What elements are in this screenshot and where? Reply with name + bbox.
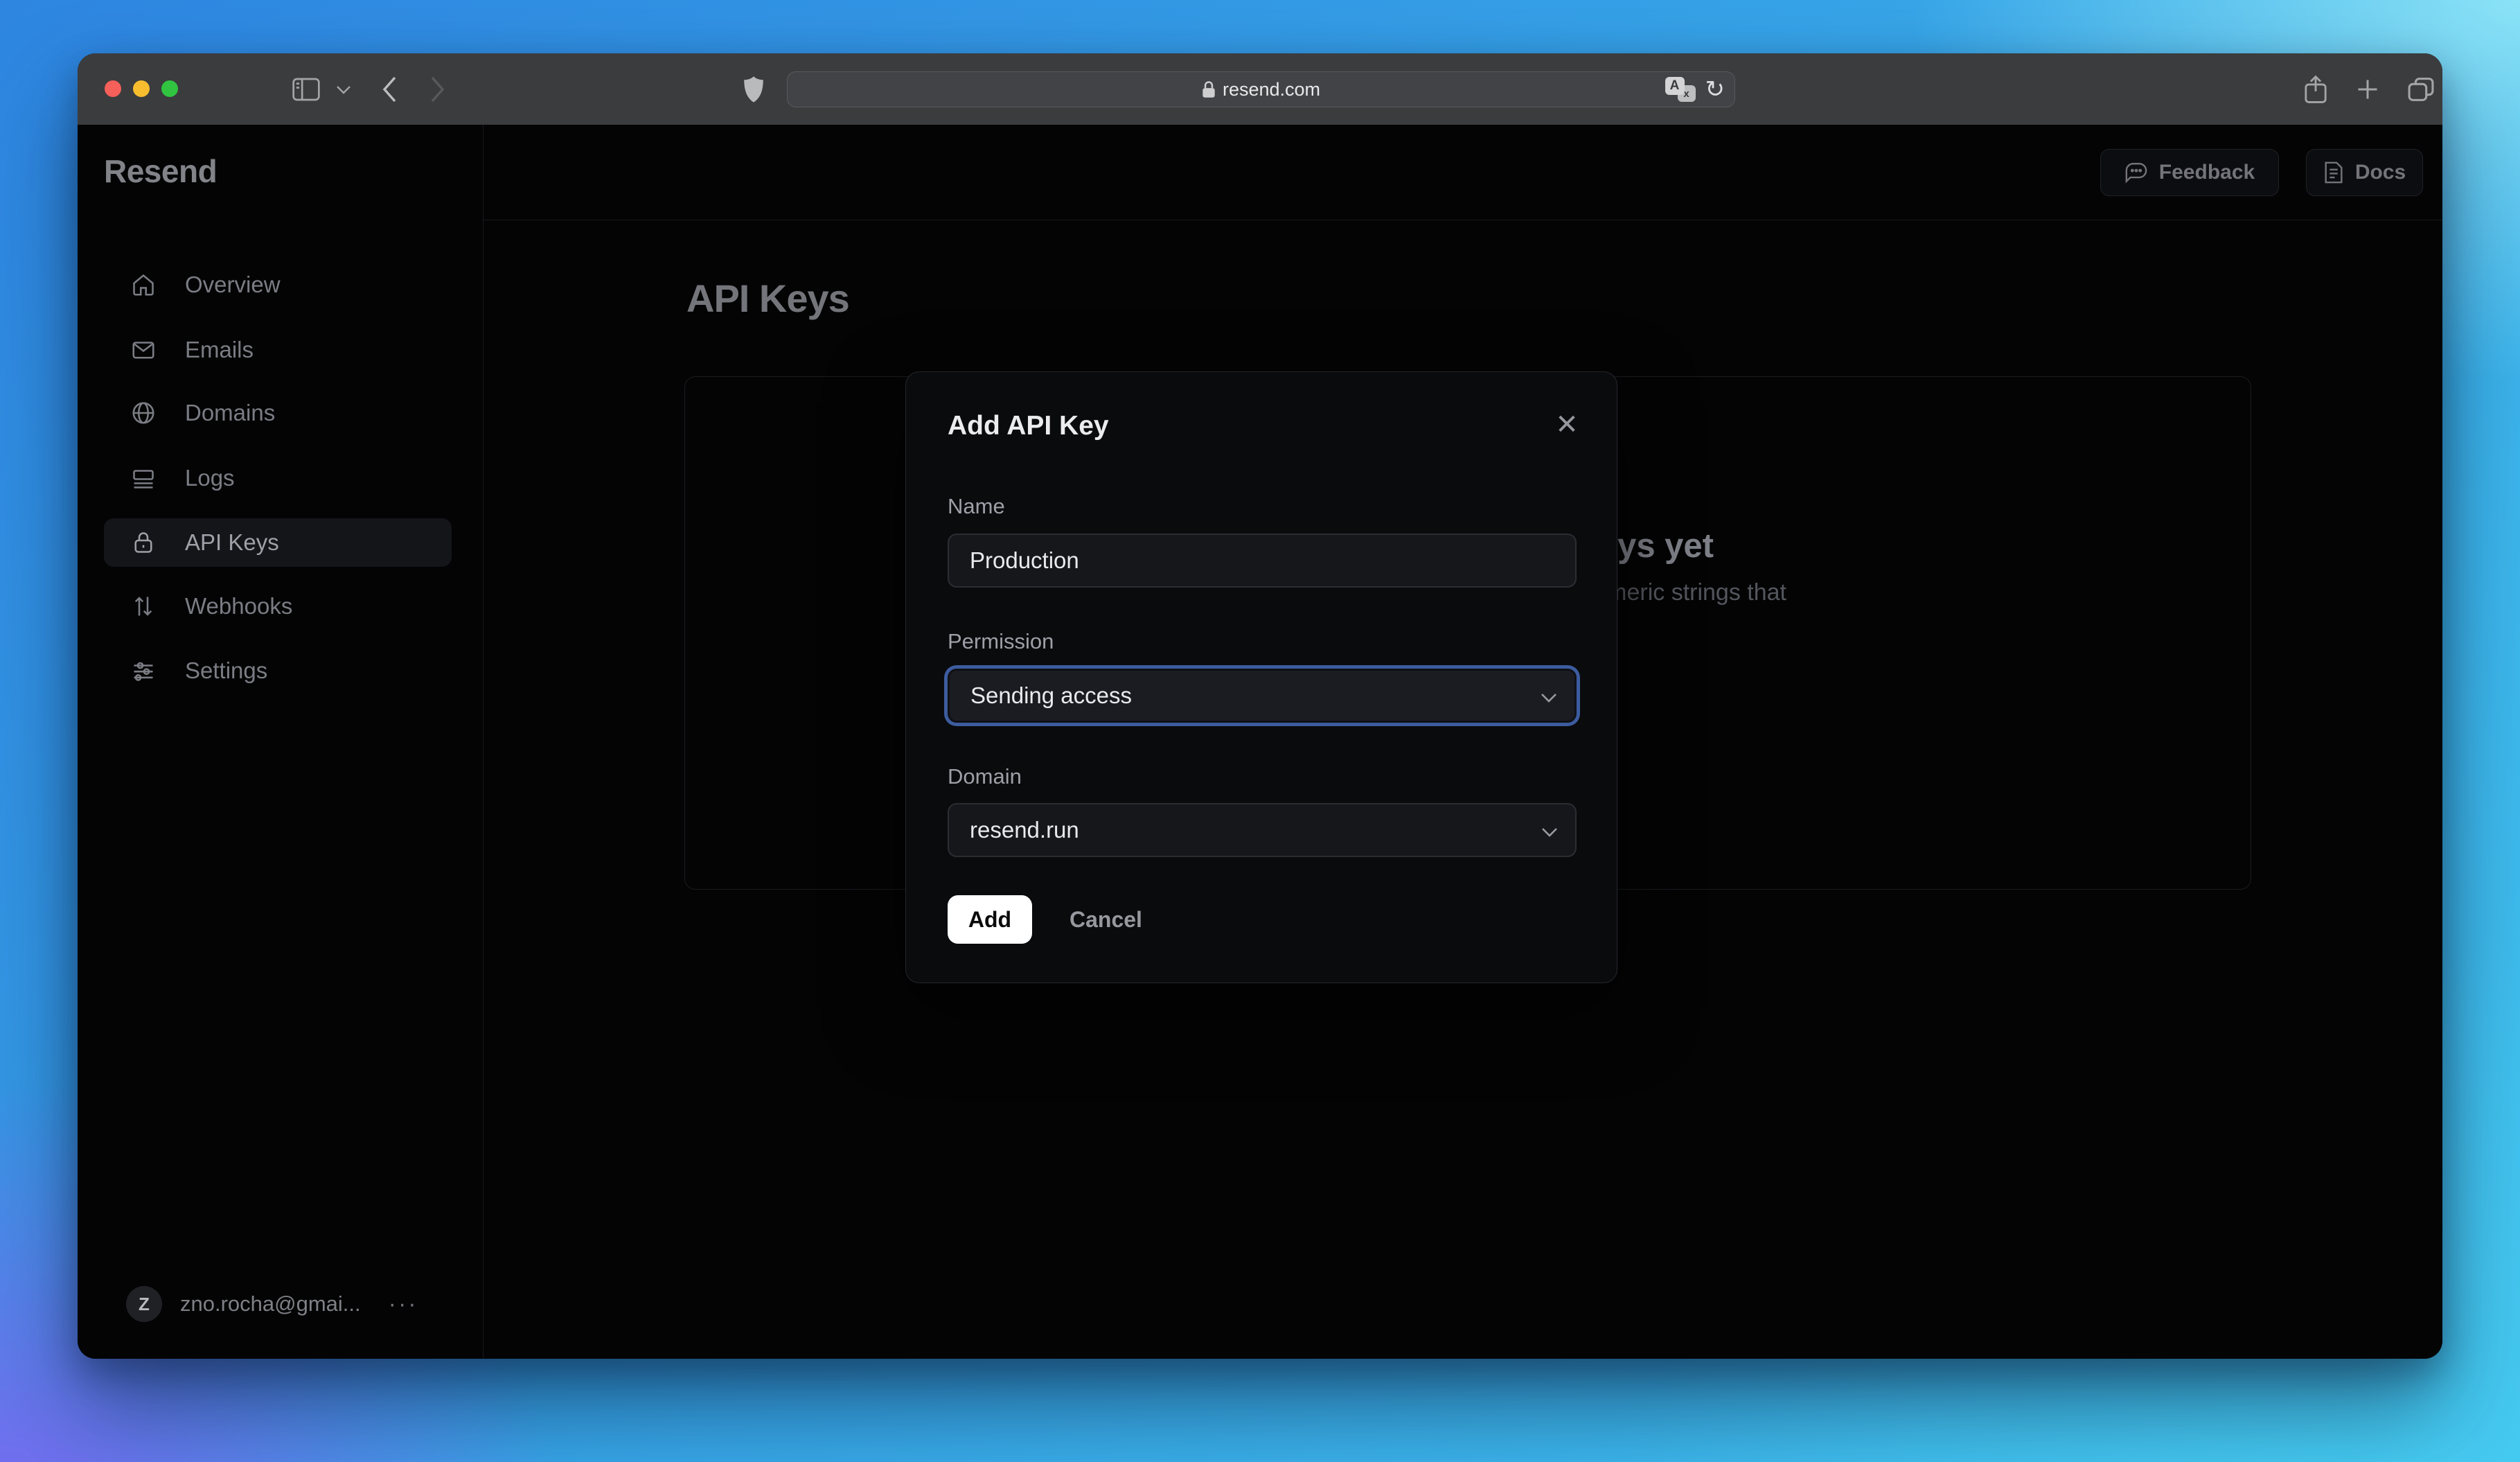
name-input-value: Production xyxy=(970,547,1079,573)
shield-icon[interactable] xyxy=(731,53,776,125)
browser-toolbar: resend.com x A ↻ xyxy=(78,53,2442,125)
add-api-key-modal: Add API Key ✕ Name Production Permission… xyxy=(905,371,1617,983)
sidebar-item-api-keys[interactable]: API Keys xyxy=(104,518,452,567)
document-icon xyxy=(2325,161,2343,184)
app-content: Resend Overview Emails Domains Logs API … xyxy=(78,125,2442,1359)
domain-select-value: resend.run xyxy=(970,817,1079,843)
sidebar-item-settings[interactable]: Settings xyxy=(104,646,452,695)
modal-title: Add API Key xyxy=(948,411,1109,441)
chevron-down-icon[interactable] xyxy=(328,53,359,125)
url-text: resend.com xyxy=(1222,78,1321,100)
back-icon[interactable] xyxy=(367,53,411,125)
webhooks-icon xyxy=(134,597,152,616)
tab-overview-icon[interactable] xyxy=(2397,53,2442,125)
window-zoom-button[interactable] xyxy=(161,80,178,97)
reload-icon[interactable]: ↻ xyxy=(1705,78,1725,101)
sidebar-item-domains[interactable]: Domains xyxy=(104,389,452,437)
sidebar-item-label: Settings xyxy=(185,658,268,683)
feedback-button[interactable]: Feedback xyxy=(2100,149,2279,196)
sidebar-item-webhooks[interactable]: Webhooks xyxy=(104,582,452,631)
name-label: Name xyxy=(948,494,1005,518)
feedback-label: Feedback xyxy=(2158,161,2255,184)
name-input[interactable]: Production xyxy=(948,534,1577,588)
home-icon xyxy=(133,274,154,296)
translate-icon[interactable]: x A xyxy=(1665,77,1696,102)
sliders-icon xyxy=(134,662,153,681)
address-bar[interactable]: resend.com x A ↻ xyxy=(787,71,1735,107)
lock-icon xyxy=(134,532,152,553)
docs-label: Docs xyxy=(2354,161,2406,184)
avatar: Z xyxy=(126,1286,162,1322)
sidebar-toggle-icon[interactable] xyxy=(285,53,327,125)
permission-select[interactable]: Sending access xyxy=(948,669,1577,723)
sidebar-item-label: Overview xyxy=(185,272,281,297)
domain-select[interactable]: resend.run xyxy=(948,803,1577,857)
sidebar-item-label: API Keys xyxy=(185,529,279,555)
window-minimize-button[interactable] xyxy=(133,80,150,97)
lock-icon xyxy=(1203,81,1215,98)
new-tab-icon[interactable] xyxy=(2345,53,2390,125)
domain-label: Domain xyxy=(948,764,1022,789)
sidebar-item-logs[interactable]: Logs xyxy=(104,454,452,502)
ellipsis-icon[interactable]: ··· xyxy=(389,1291,418,1318)
permission-label: Permission xyxy=(948,629,1054,653)
cancel-button[interactable]: Cancel xyxy=(1063,895,1149,944)
close-icon[interactable]: ✕ xyxy=(1547,405,1586,444)
chevron-down-icon xyxy=(1541,817,1559,843)
docs-button[interactable]: Docs xyxy=(2306,149,2423,196)
share-icon[interactable] xyxy=(2294,53,2337,125)
sidebar-item-label: Domains xyxy=(185,400,276,425)
forward-icon[interactable] xyxy=(416,53,460,125)
sidebar-item-label: Webhooks xyxy=(185,593,293,619)
window-close-button[interactable] xyxy=(105,80,121,97)
sidebar-item-overview[interactable]: Overview xyxy=(104,261,452,309)
sidebar-item-label: Logs xyxy=(185,465,235,491)
account-email: zno.rocha@gmai... xyxy=(180,1292,361,1316)
permission-select-value: Sending access xyxy=(970,682,1132,708)
feedback-bubble-icon xyxy=(2125,163,2147,184)
page-title: API Keys xyxy=(686,276,850,320)
browser-window: resend.com x A ↻ Resend Overview Emails … xyxy=(78,53,2442,1359)
logs-icon xyxy=(133,470,154,488)
sidebar-item-label: Emails xyxy=(185,337,254,362)
globe-icon xyxy=(132,402,154,424)
sidebar-item-emails[interactable]: Emails xyxy=(104,326,452,374)
chevron-down-icon xyxy=(1540,682,1558,709)
mail-icon xyxy=(132,342,154,359)
account-menu[interactable]: Z zno.rocha@gmai... ··· xyxy=(126,1286,418,1322)
add-button[interactable]: Add xyxy=(948,895,1032,944)
resend-logo: Resend xyxy=(104,153,218,189)
